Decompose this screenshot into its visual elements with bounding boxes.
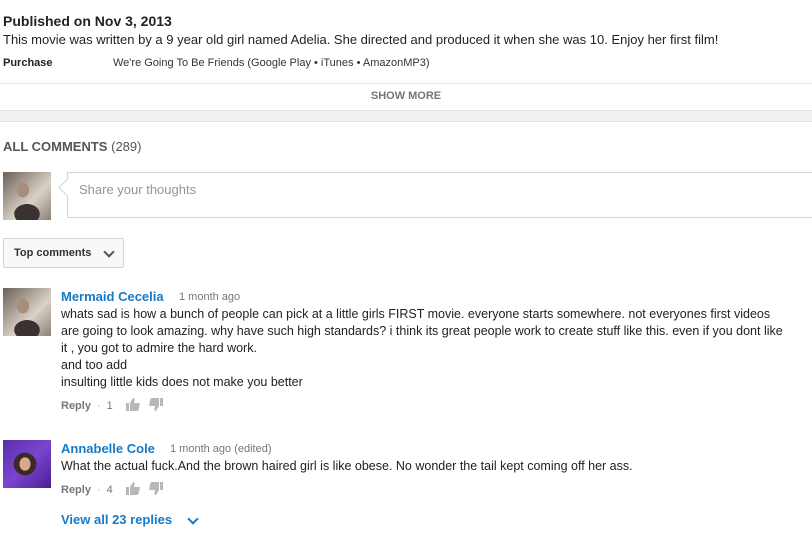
separator-dot: · xyxy=(96,399,101,412)
comment-actions: Reply · 1 xyxy=(61,398,163,414)
like-count: 4 xyxy=(106,483,113,496)
like-count: 1 xyxy=(106,399,113,412)
show-more-button[interactable]: SHOW MORE xyxy=(0,90,812,102)
comment-timestamp[interactable]: 1 month ago xyxy=(179,291,240,303)
share-thoughts-placeholder: Share your thoughts xyxy=(79,182,197,197)
comment-author[interactable]: Mermaid Cecelia xyxy=(61,289,164,304)
chevron-down-icon xyxy=(187,513,199,525)
comment-author[interactable]: Annabelle Cole xyxy=(61,441,155,456)
comment-text-line: What the actual fuck.And the brown haire… xyxy=(61,459,633,473)
divider xyxy=(0,83,812,84)
thumbs-up-icon[interactable] xyxy=(125,482,140,498)
avatar[interactable] xyxy=(3,288,51,336)
all-comments-label: ALL COMMENTS xyxy=(3,139,108,154)
view-replies-label: View all 23 replies xyxy=(61,512,173,527)
avatar[interactable] xyxy=(3,440,51,488)
purchase-label: Purchase xyxy=(3,57,53,69)
sort-comments-dropdown[interactable]: Top comments xyxy=(3,238,124,268)
thumbs-down-icon[interactable] xyxy=(149,482,163,498)
section-separator xyxy=(0,111,812,122)
chevron-down-icon xyxy=(103,246,115,258)
comment-timestamp[interactable]: 1 month ago (edited) xyxy=(170,443,272,455)
purchase-links[interactable]: We're Going To Be Friends (Google Play •… xyxy=(113,57,430,69)
thumbs-up-icon[interactable] xyxy=(125,398,140,414)
comment-text-line: and too add xyxy=(61,358,128,372)
reply-button[interactable]: Reply xyxy=(61,484,91,496)
comment-text-line: it , you got to admire the hard work. xyxy=(61,341,257,355)
share-thoughts-input[interactable]: Share your thoughts xyxy=(67,172,812,218)
comment-text-line: are going to look amazing. why have such… xyxy=(61,324,783,338)
comment-actions: Reply · 4 xyxy=(61,482,163,498)
current-user-avatar xyxy=(3,172,51,220)
sort-selected-label: Top comments xyxy=(14,247,92,259)
published-date: Published on Nov 3, 2013 xyxy=(3,13,172,29)
reply-button[interactable]: Reply xyxy=(61,400,91,412)
comment-text-line: insulting little kids does not make you … xyxy=(61,375,303,389)
video-description: This movie was written by a 9 year old g… xyxy=(3,32,719,47)
separator-dot: · xyxy=(96,483,101,496)
comment-count: (289) xyxy=(111,139,142,154)
thumbs-down-icon[interactable] xyxy=(149,398,163,414)
view-replies-link[interactable]: View all 23 replies xyxy=(61,512,199,527)
comment-text-line: whats sad is how a bunch of people can p… xyxy=(61,307,771,321)
all-comments-header: ALL COMMENTS (289) xyxy=(3,139,141,154)
